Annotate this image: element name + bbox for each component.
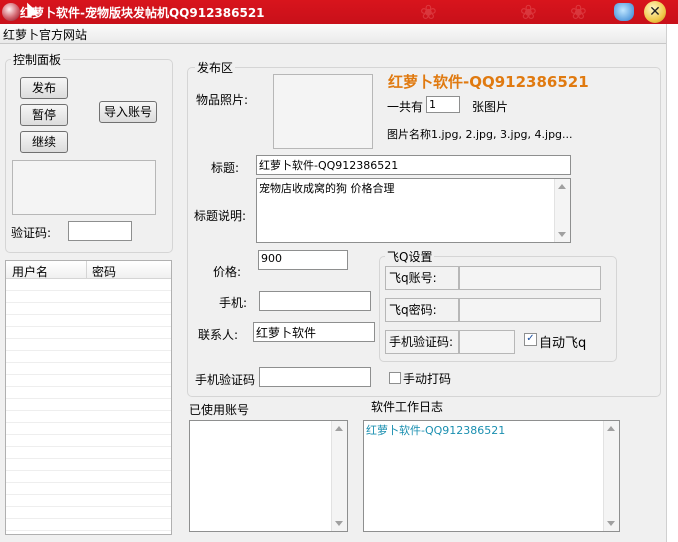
used-accounts-list[interactable]	[189, 420, 348, 532]
log-textarea[interactable]: 红萝卜软件-QQ912386521	[363, 420, 620, 532]
menu-bar: 红萝卜官方网站	[0, 24, 666, 44]
feiq-password-label: 飞q密码:	[385, 298, 459, 322]
import-accounts-button[interactable]: 导入账号	[99, 101, 157, 123]
phone-code-input[interactable]	[259, 367, 371, 387]
scroll-up-icon[interactable]	[607, 426, 615, 431]
phone-label: 手机:	[219, 296, 248, 310]
auto-feiq-checkbox[interactable]: ✓	[524, 333, 537, 346]
pause-button[interactable]: 暂停	[20, 104, 68, 126]
price-label: 价格:	[213, 265, 242, 279]
title-ornament-icon: ❀	[570, 0, 587, 24]
scroll-down-icon[interactable]	[607, 521, 615, 526]
subject-input[interactable]: 红萝卜软件-QQ912386521	[256, 155, 571, 175]
column-header-username[interactable]: 用户名	[12, 263, 48, 280]
subject-label: 标题:	[211, 161, 240, 175]
image-count-suffix: 张图片	[472, 100, 509, 114]
accounts-table[interactable]: 用户名 密码	[5, 260, 172, 535]
manual-captcha-checkbox[interactable]	[389, 372, 401, 384]
log-scrollbar[interactable]	[603, 421, 619, 531]
image-names-hint: 图片名称1.jpg, 2.jpg, 3.jpg, 4.jpg...	[387, 128, 573, 141]
description-textarea[interactable]: 宠物店收成窝的狗 价格合理	[256, 178, 571, 243]
official-site-link[interactable]: 红萝卜官方网站	[3, 26, 87, 43]
contact-label: 联系人:	[198, 328, 239, 342]
publish-area-title: 发布区	[195, 59, 236, 76]
scroll-up-icon[interactable]	[558, 184, 566, 189]
feiq-account-label: 飞q账号:	[385, 266, 459, 290]
feiq-password-input[interactable]	[459, 298, 601, 322]
feiq-account-input[interactable]	[459, 266, 601, 290]
contact-input[interactable]: 红萝卜软件	[253, 322, 375, 342]
description-label: 标题说明:	[194, 209, 247, 223]
phone-code-label: 手机验证码	[195, 373, 256, 387]
publish-button[interactable]: 发布	[20, 77, 68, 99]
price-input[interactable]: 900	[258, 250, 348, 270]
resume-button[interactable]: 继续	[20, 131, 68, 153]
used-accounts-title: 已使用账号	[189, 403, 250, 417]
scroll-up-icon[interactable]	[335, 426, 343, 431]
window-edge	[666, 24, 678, 542]
feiq-settings-title: 飞Q设置	[385, 248, 435, 265]
feiq-phone-code-label: 手机验证码:	[385, 330, 459, 354]
captcha-label: 验证码:	[11, 226, 52, 240]
title-bar[interactable]: ❀ ❀ ❀ 红萝卜软件-宠物版块发帖机QQ912386521 ✕	[0, 0, 678, 25]
control-panel-title: 控制面板	[11, 51, 64, 68]
log-line: 红萝卜软件-QQ912386521	[366, 424, 506, 437]
skin-shirt-icon[interactable]	[614, 3, 634, 21]
table-header: 用户名 密码	[6, 261, 171, 279]
phone-input[interactable]	[259, 291, 371, 311]
scroll-down-icon[interactable]	[558, 232, 566, 237]
captcha-image	[12, 160, 156, 215]
image-count-input[interactable]: 1	[426, 96, 460, 113]
window-title: 红萝卜软件-宠物版块发帖机QQ912386521	[20, 6, 265, 20]
column-header-password[interactable]: 密码	[92, 263, 116, 280]
feiq-phone-code-input[interactable]	[459, 330, 515, 354]
close-button[interactable]: ✕	[644, 1, 666, 23]
description-scrollbar[interactable]	[554, 179, 570, 242]
title-ornament-icon: ❀	[520, 0, 537, 24]
captcha-input[interactable]	[68, 221, 132, 241]
photo-preview[interactable]	[273, 74, 373, 149]
app-icon	[2, 3, 20, 21]
scroll-down-icon[interactable]	[335, 521, 343, 526]
photo-label: 物品照片:	[196, 93, 249, 107]
column-divider	[86, 261, 87, 278]
auto-feiq-label[interactable]: 自动飞q	[539, 332, 586, 351]
title-ornament-icon: ❀	[420, 0, 437, 24]
manual-captcha-label[interactable]: 手动打码	[403, 370, 451, 387]
description-text: 宠物店收成窝的狗 价格合理	[259, 182, 395, 195]
brand-heading: 红萝卜软件-QQ912386521	[388, 73, 589, 91]
table-body	[6, 279, 171, 534]
used-accounts-scrollbar[interactable]	[331, 421, 347, 531]
image-count-prefix: 一共有	[387, 100, 424, 114]
log-title: 软件工作日志	[371, 400, 444, 414]
